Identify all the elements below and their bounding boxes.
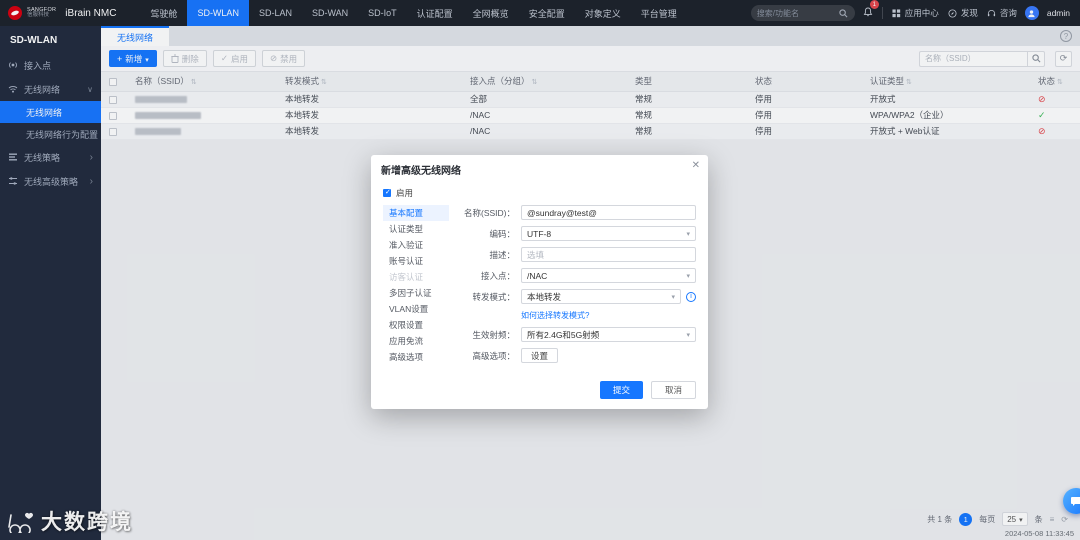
caret-down-icon: ▾ xyxy=(686,230,690,238)
access-point-label: 接入点： xyxy=(480,270,515,281)
radio-select[interactable]: 所有2.4G和5G射频 ▾ xyxy=(521,327,696,342)
caret-down-icon: ▾ xyxy=(686,331,690,339)
modal-nav-advanced[interactable]: 高级选项 xyxy=(383,349,449,365)
screen: SANGFOR 信服科技 iBrain NMC 驾驶舱 SD-WLAN SD-L… xyxy=(0,0,1080,540)
advanced-settings-button[interactable]: 设置 xyxy=(521,348,559,363)
caret-down-icon: ▾ xyxy=(686,272,690,280)
modal-title: 新增高级无线网络 xyxy=(381,166,461,177)
enable-row: 启用 xyxy=(371,183,708,205)
encoding-label: 编码： xyxy=(489,228,515,239)
forward-mode-select[interactable]: 本地转发 ▾ xyxy=(521,289,681,304)
encoding-select[interactable]: UTF-8 ▾ xyxy=(521,226,696,241)
ssid-name-label: 名称(SSID)： xyxy=(463,207,515,218)
advanced-options-label: 高级选项： xyxy=(472,350,515,361)
modal-nav-guest-auth: 访客认证 xyxy=(389,272,424,282)
modal-nav-basic-config[interactable]: 基本配置 xyxy=(383,205,449,221)
modal-nav-vlan[interactable]: VLAN设置 xyxy=(383,301,449,317)
modal-form: 名称(SSID)： 编码： UTF-8 ▾ 描述： 接入点： xyxy=(459,205,696,369)
info-icon[interactable]: i xyxy=(686,291,696,302)
enable-checkbox[interactable] xyxy=(383,188,391,197)
modal-nav-permissions[interactable]: 权限设置 xyxy=(383,317,449,333)
description-label: 描述： xyxy=(489,249,515,260)
modal-nav-mfa[interactable]: 多因子认证 xyxy=(383,285,449,301)
enable-label: 启用 xyxy=(396,188,414,198)
description-input[interactable] xyxy=(521,247,696,262)
access-point-select[interactable]: /NAC ▾ xyxy=(521,268,696,283)
forward-mode-label: 转发模式： xyxy=(472,291,515,302)
modal-nav-account-auth[interactable]: 账号认证 xyxy=(383,253,449,269)
add-wireless-network-modal: 新增高级无线网络 启用 基本配置 认证类型 准入验证 账号认证 访客认证 多因子… xyxy=(371,155,708,409)
cancel-button[interactable]: 取消 xyxy=(650,381,696,399)
submit-button[interactable]: 提交 xyxy=(599,381,643,399)
close-icon[interactable] xyxy=(692,160,700,171)
modal-nav: 基本配置 认证类型 准入验证 账号认证 访客认证 多因子认证 VLAN设置 权限… xyxy=(383,205,449,369)
ssid-name-input[interactable] xyxy=(521,205,696,220)
modal-nav-admission-check[interactable]: 准入验证 xyxy=(383,237,449,253)
forward-mode-help-link[interactable]: 如何选择转发模式? xyxy=(521,310,696,321)
chat-bubble-icon xyxy=(1071,497,1080,506)
caret-down-icon: ▾ xyxy=(671,293,675,301)
radio-label: 生效射频： xyxy=(472,329,515,340)
modal-nav-app-exempt[interactable]: 应用免流 xyxy=(383,333,449,349)
modal-nav-auth-type[interactable]: 认证类型 xyxy=(383,221,449,237)
